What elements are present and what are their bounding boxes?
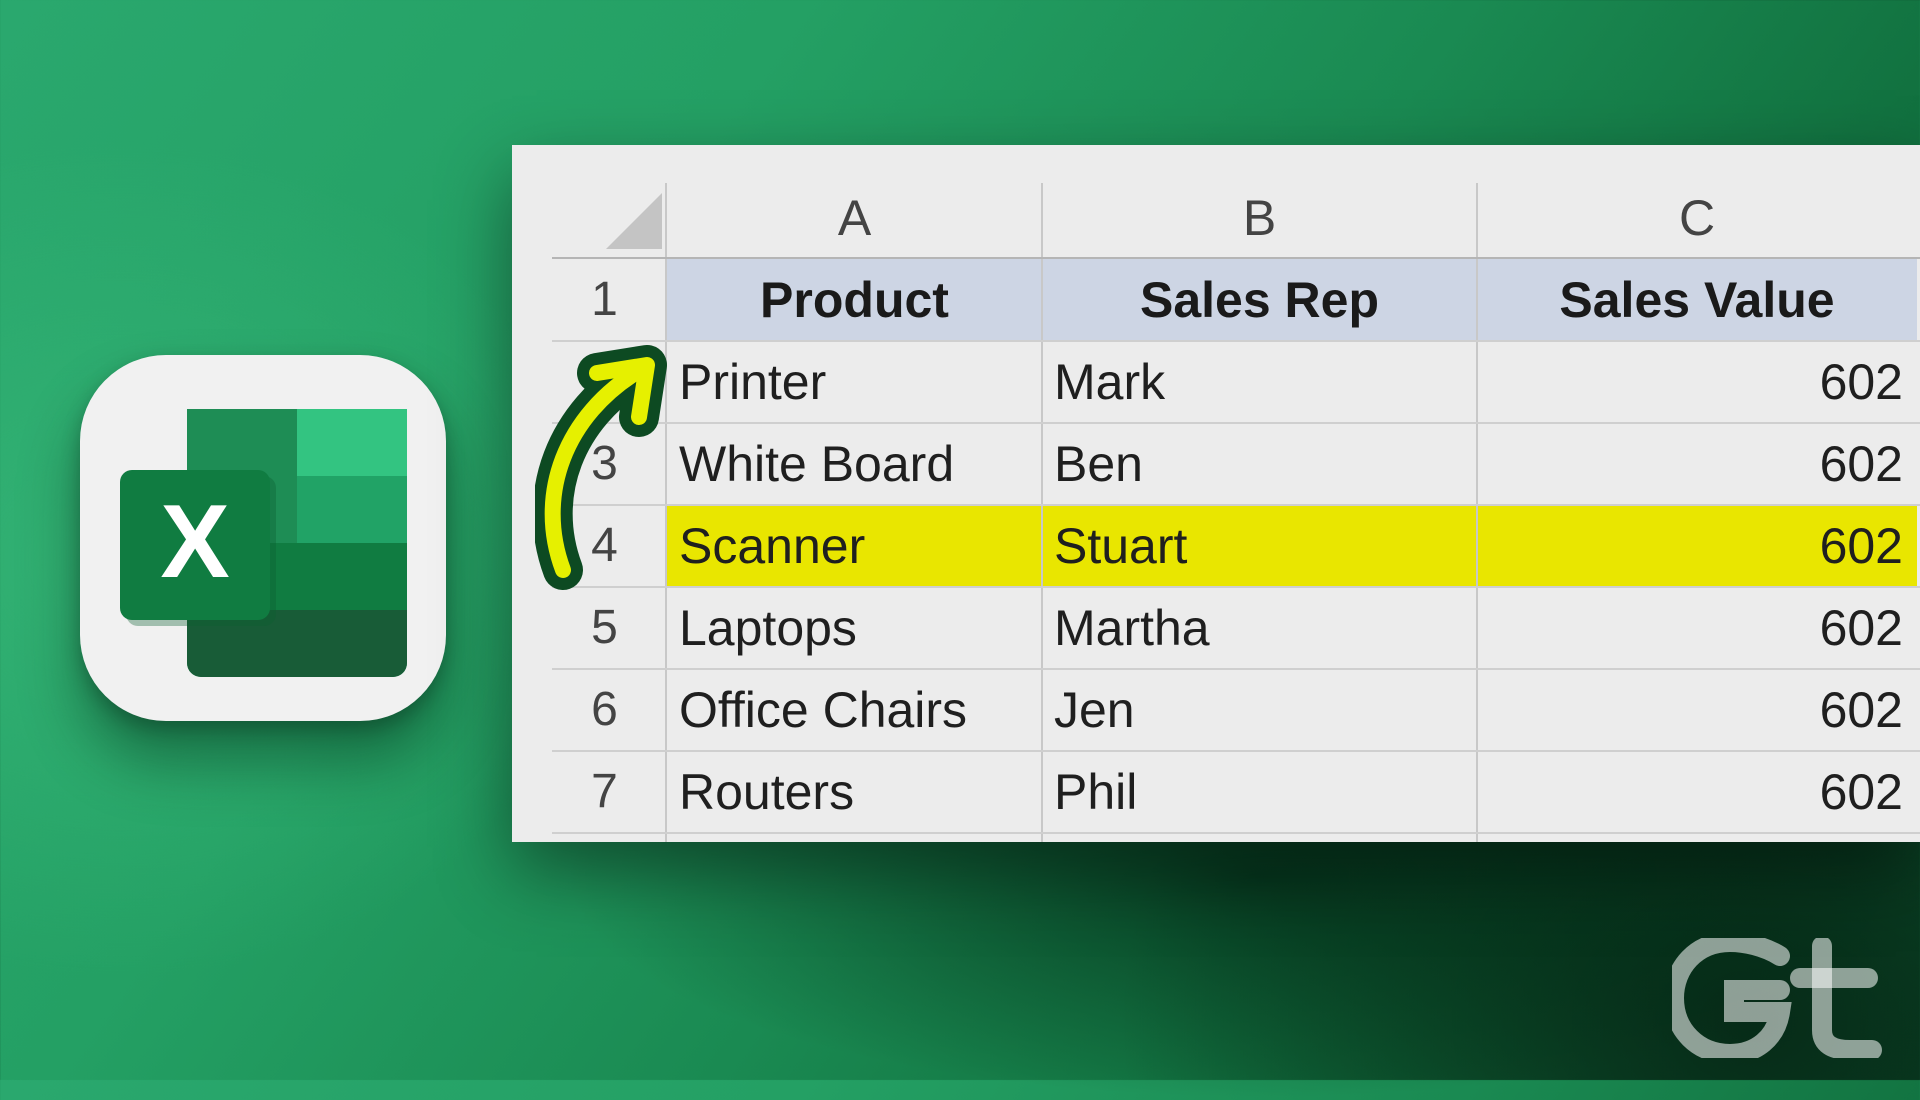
column-header-a[interactable]: A [667, 183, 1042, 253]
cell-c1-sales-value-header[interactable]: Sales Value [1477, 259, 1917, 341]
grid-line [552, 668, 1920, 670]
curved-arrow-icon [535, 345, 667, 590]
cell-c5[interactable]: 602 [1477, 587, 1917, 669]
excel-app-icon[interactable]: X [80, 355, 446, 721]
row-header-7[interactable]: 7 [547, 751, 662, 833]
grid-line [552, 340, 1920, 342]
cell-a7[interactable]: Routers [667, 751, 1042, 833]
cell-a5[interactable]: Laptops [667, 587, 1042, 669]
cell-c7[interactable]: 602 [1477, 751, 1917, 833]
grid-line [1476, 183, 1478, 842]
grid-line [552, 750, 1920, 752]
grid-line [552, 832, 1920, 834]
cell-a3[interactable]: White Board [667, 423, 1042, 505]
excel-logo-letter: X [160, 484, 229, 600]
cell-a6[interactable]: Office Chairs [667, 669, 1042, 751]
cell-b6[interactable]: Jen [1042, 669, 1477, 751]
cell-b3[interactable]: Ben [1042, 423, 1477, 505]
grid-line [552, 257, 1920, 259]
cell-c2[interactable]: 602 [1477, 341, 1917, 423]
grid-line [1041, 183, 1043, 842]
cell-c3[interactable]: 602 [1477, 423, 1917, 505]
cell-b4-highlighted[interactable]: Stuart [1042, 505, 1477, 587]
cell-a1-product-header[interactable]: Product [667, 259, 1042, 341]
select-all-corner[interactable] [552, 183, 667, 253]
row-header-5[interactable]: 5 [547, 587, 662, 669]
guiding-tech-logo-icon [1672, 938, 1882, 1058]
cell-b5[interactable]: Martha [1042, 587, 1477, 669]
cell-b2[interactable]: Mark [1042, 341, 1477, 423]
grid-line [552, 586, 1920, 588]
cell-a4-highlighted[interactable]: Scanner [667, 505, 1042, 587]
row-header-1[interactable]: 1 [547, 259, 662, 341]
row-header-6[interactable]: 6 [547, 669, 662, 751]
grid-line [552, 422, 1920, 424]
cell-b7[interactable]: Phil [1042, 751, 1477, 833]
spreadsheet-panel: A B C 1 2 3 4 5 6 7 Product Sales Rep Sa… [512, 145, 1920, 842]
cell-a2[interactable]: Printer [667, 341, 1042, 423]
column-header-b[interactable]: B [1042, 183, 1477, 253]
cell-c6[interactable]: 602 [1477, 669, 1917, 751]
excel-logo-icon: X [120, 409, 407, 677]
cell-c4-highlighted[interactable]: 602 [1477, 505, 1917, 587]
grid-line [552, 504, 1920, 506]
cell-b1-sales-rep-header[interactable]: Sales Rep [1042, 259, 1477, 341]
column-header-c[interactable]: C [1477, 183, 1917, 253]
